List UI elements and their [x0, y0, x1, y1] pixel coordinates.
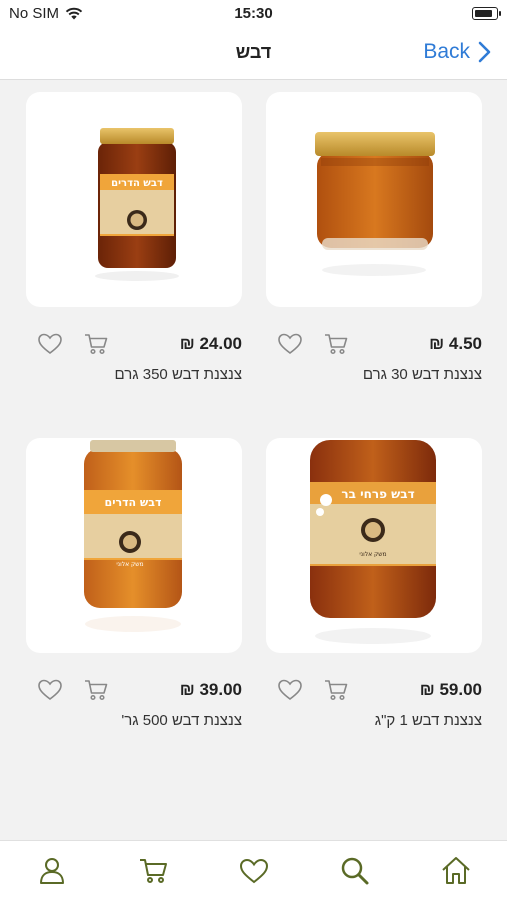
product-price: ₪ 24.00 [179, 334, 242, 353]
cart-icon[interactable] [82, 330, 110, 358]
price-row: ₪ 59.00 [266, 672, 482, 706]
honey-jar-hadarim-image: דבש הדרים [95, 128, 179, 281]
product-price: ₪ 4.50 [429, 334, 482, 353]
chevron-right-icon [478, 41, 491, 63]
tab-bar [0, 840, 507, 900]
cart-icon[interactable] [137, 855, 169, 887]
product-name[interactable]: צנצנת דבש 500 גר' [26, 712, 242, 729]
status-time: 15:30 [234, 5, 273, 22]
price-row: ₪ 4.50 [266, 326, 482, 360]
back-label: Back [423, 40, 470, 63]
jar-label-text: דבש הדרים [105, 496, 162, 509]
jar-brand-text: משק אלוני [116, 561, 143, 568]
battery-icon [472, 7, 501, 20]
product-image[interactable]: דבש פרחי בר משק אלוני [266, 438, 482, 653]
status-bar: No SIM 15:30 [0, 0, 507, 28]
user-icon[interactable] [36, 855, 68, 887]
product-price: ₪ 59.00 [419, 680, 482, 699]
product-image[interactable]: דבש הדרים [26, 92, 242, 307]
product-name[interactable]: צנצנת דבש 350 גרם [26, 366, 243, 383]
heart-icon[interactable] [276, 676, 304, 704]
jar-label-text: דבש פרחי בר [341, 487, 414, 501]
heart-icon[interactable] [36, 676, 64, 704]
product-image[interactable] [266, 92, 482, 307]
search-icon[interactable] [339, 855, 371, 887]
product-name[interactable]: צנצנת דבש 1 ק"ג [266, 712, 482, 729]
product-name[interactable]: צנצנת דבש 30 גרם [266, 366, 482, 383]
honey-jar-small-image [315, 132, 435, 276]
back-button[interactable]: Back [423, 40, 491, 64]
cart-icon[interactable] [322, 330, 350, 358]
price-row: ₪ 24.00 [26, 326, 242, 360]
honey-jar-hadarim-large-image: דבש הדרים משק אלוני [84, 440, 182, 632]
product-image[interactable]: דבש הדרים משק אלוני [26, 438, 242, 653]
cart-icon[interactable] [82, 676, 110, 704]
cart-icon[interactable] [322, 676, 350, 704]
heart-icon[interactable] [36, 330, 64, 358]
heart-icon[interactable] [276, 330, 304, 358]
price-row: ₪ 39.00 [26, 672, 242, 706]
jar-brand-text: משק אלוני [359, 551, 386, 558]
heart-icon[interactable] [238, 855, 270, 887]
honey-jar-wildflowers-image: דבש פרחי בר משק אלוני [310, 440, 436, 644]
home-icon[interactable] [440, 855, 472, 887]
product-grid: ₪ 4.50 צנצנת דבש 30 גרם דבש הדרים ₪ 24.0… [0, 80, 507, 840]
product-price: ₪ 39.00 [179, 680, 242, 699]
jar-label-text: דבש הדרים [111, 178, 163, 189]
navigation-bar: דבש Back [0, 28, 507, 80]
